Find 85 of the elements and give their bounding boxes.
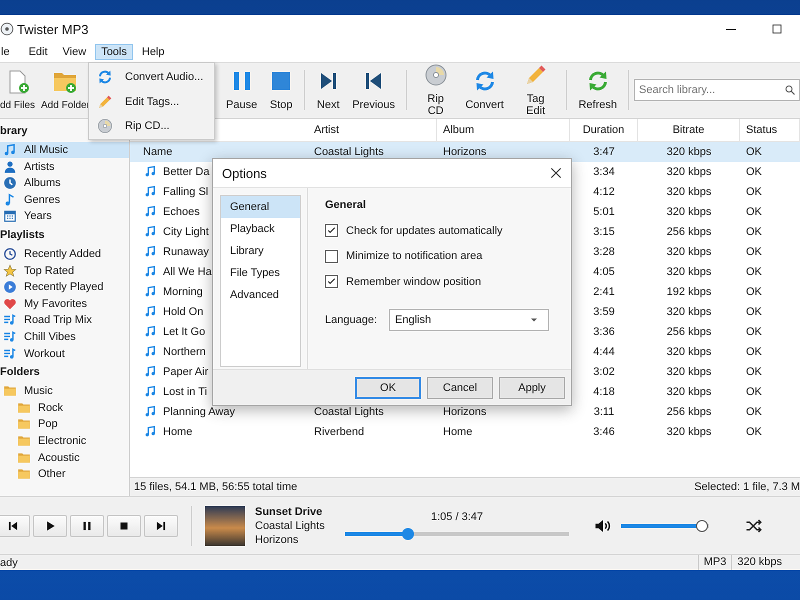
table-cell: Home [163,426,192,438]
table-cell: 256 kbps [666,326,712,338]
table-cell: OK [746,266,762,278]
table-cell: Planning Away [163,406,235,418]
table-cell: Name [143,146,172,158]
table-cell: 256 kbps [666,226,712,238]
track-album: Horizons [255,532,300,547]
section-heading: General [325,198,367,213]
table-cell: 3:36 [593,326,615,338]
table-cell: 3:34 [593,166,615,178]
table-cell: 320 kbps [666,246,712,258]
table-cell: 4:05 [593,266,615,278]
track-artist: Coastal Lights [255,518,326,533]
table-cell: 3:28 [593,246,615,258]
table-cell: 320 kbps [666,186,712,198]
table-cell: Northern [163,346,206,358]
table-cell: 256 kbps [666,406,712,418]
table-cell: OK [746,186,762,198]
sidebar-heading: Playlists [0,228,45,243]
table-cell: 320 kbps [666,146,712,158]
table-cell: 320 kbps [666,426,712,438]
table-cell: OK [746,206,762,218]
table-cell: Home [443,426,472,438]
table-cell: OK [746,146,762,158]
checkbox-label: Minimize to notification area [346,250,482,262]
table-cell: Echoes [163,206,200,218]
table-cell: City Light [163,226,209,238]
table-cell: Let It Go [163,326,206,338]
table-cell: OK [746,306,762,318]
table-cell: 320 kbps [666,166,712,178]
table-cell: Lost in Ti [163,386,208,398]
language-label: Language: [325,314,377,326]
table-cell: All We Ha [163,266,212,278]
table-cell: Horizons [443,146,486,158]
table-cell: 3:59 [593,306,615,318]
table-cell: OK [746,226,762,238]
status-text: ady [0,556,18,568]
table-cell: Falling Sl [163,186,208,198]
sidebar-heading: Folders [0,364,40,380]
table-cell: 3:15 [593,226,615,238]
table-cell: 320 kbps [666,386,712,398]
table-cell: Hold On [163,306,204,318]
status-text: Selected: 1 file, 7.3 M [694,481,800,494]
table-cell: OK [746,386,762,398]
table-cell: Horizons [443,406,486,418]
table-cell: Runaway [163,246,209,258]
table-cell: Paper Air [163,366,208,378]
table-cell: 3:02 [593,366,615,378]
table-cell: OK [746,166,762,178]
table-cell: OK [746,246,762,258]
sidebar-heading: brary [0,124,28,139]
table-cell: OK [746,406,762,418]
format-text: MP3 [698,555,732,570]
table-cell: 3:46 [593,426,615,438]
table-cell: Coastal Lights [314,146,384,158]
bitrate-text: 320 kbps [731,555,800,570]
table-cell: 3:11 [594,406,614,418]
table-cell: OK [746,326,762,338]
checkbox-label: Remember window position [346,276,482,288]
track-title: Sunset Drive [255,504,324,519]
table-cell: Coastal Lights [314,406,384,418]
table-cell: OK [746,346,762,358]
table-cell: OK [746,426,762,438]
time-text: 1:05 / 3:47 [431,511,483,524]
table-cell: 4:12 [593,186,615,198]
window-title: Twister MP3 [17,22,89,36]
table-cell: 4:18 [593,386,615,398]
table-cell: Better Da [163,166,210,178]
table-cell: 192 kbps [666,286,712,298]
table-cell: 320 kbps [666,306,712,318]
table-cell: Morning [163,286,203,298]
table-cell: 320 kbps [666,366,712,378]
table-cell: 320 kbps [666,206,712,218]
table-cell: 2:41 [593,286,615,298]
table-cell: 5:01 [593,206,615,218]
table-cell: OK [746,366,762,378]
checkbox-label: Check for updates automatically [346,224,503,237]
table-cell: Riverbend [314,426,364,438]
table-cell: 3:47 [593,146,615,158]
status-text: 15 files, 54.1 MB, 56:55 total time [134,481,298,494]
table-cell: 320 kbps [666,346,712,358]
table-cell: OK [746,286,762,298]
table-cell: 320 kbps [666,266,712,278]
table-cell: 4:44 [593,346,615,358]
dialog-title: Options [222,166,267,180]
